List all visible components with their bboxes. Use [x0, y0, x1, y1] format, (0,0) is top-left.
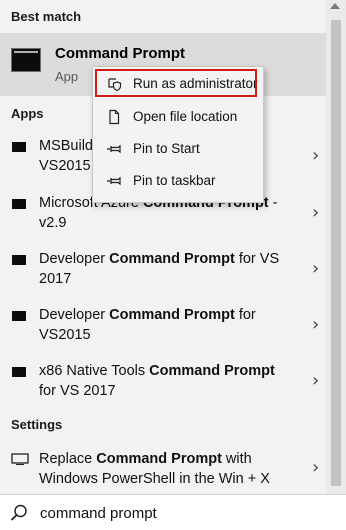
menu-item-pin-to-start[interactable]: Pin to Start	[93, 135, 261, 165]
file-icon	[109, 109, 120, 125]
app-result-item[interactable]: x86 Native Tools Command Prompt for VS 2…	[0, 361, 326, 407]
settings-result-label: Replace Command Prompt with Windows Powe…	[39, 451, 270, 487]
best-match-subtitle: App	[55, 69, 79, 84]
app-result-label: Developer Command Prompt for VS 2017	[39, 251, 280, 287]
console-app-icon	[12, 311, 26, 321]
chevron-right-icon[interactable]: ›	[312, 457, 319, 478]
section-header-apps: Apps	[11, 106, 44, 121]
settings-result-item[interactable]: Replace Command Prompt with Windows Powe…	[0, 449, 326, 493]
command-prompt-icon	[11, 48, 41, 72]
scroll-up-arrow-icon[interactable]	[330, 3, 340, 9]
app-result-item[interactable]: Developer Command Prompt for VS2015 ›	[0, 305, 326, 351]
chevron-right-icon[interactable]: ›	[312, 202, 319, 223]
display-settings-icon	[11, 453, 29, 465]
search-input[interactable]	[38, 501, 332, 525]
console-app-icon	[12, 142, 26, 152]
chevron-right-icon[interactable]: ›	[312, 145, 319, 166]
menu-item-label: Pin to Start	[133, 141, 200, 156]
scrollbar-thumb[interactable]	[331, 20, 341, 486]
pin-icon	[107, 176, 121, 186]
app-result-label: x86 Native Tools Command Prompt for VS 2…	[39, 363, 275, 399]
console-app-icon	[12, 255, 26, 265]
best-match-title: Command Prompt	[55, 45, 186, 62]
highlight-box	[95, 69, 257, 97]
chevron-right-icon[interactable]: ›	[312, 370, 319, 391]
menu-item-pin-to-taskbar[interactable]: Pin to taskbar	[93, 167, 261, 197]
console-app-icon	[12, 199, 26, 209]
app-result-label: Developer Command Prompt for VS2015	[39, 307, 256, 343]
menu-item-label: Open file location	[133, 109, 238, 124]
section-header-settings: Settings	[11, 417, 63, 432]
chevron-right-icon[interactable]: ›	[312, 258, 319, 279]
search-icon	[10, 504, 27, 521]
scrollbar[interactable]	[326, 0, 346, 494]
menu-item-label: Pin to taskbar	[133, 173, 216, 188]
console-app-icon	[12, 367, 26, 377]
section-header-best-match: Best match	[11, 9, 82, 24]
menu-item-open-file-location[interactable]: Open file location	[93, 103, 261, 133]
pin-icon	[107, 144, 121, 154]
app-result-item[interactable]: Developer Command Prompt for VS 2017 ›	[0, 249, 326, 295]
context-menu: Run as administrator Open file location …	[92, 66, 264, 203]
search-bar	[0, 494, 346, 530]
chevron-right-icon[interactable]: ›	[312, 314, 319, 335]
